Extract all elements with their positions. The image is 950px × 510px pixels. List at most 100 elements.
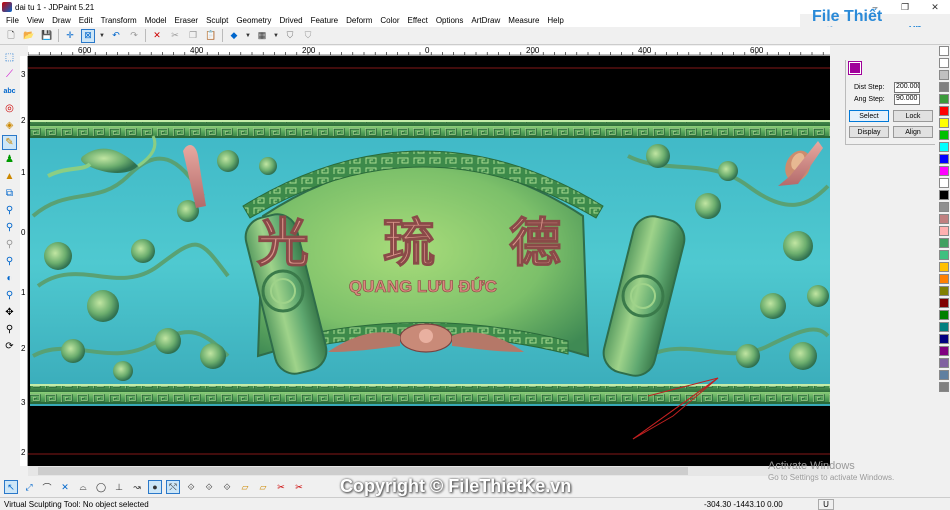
menu-edit[interactable]: Edit [75,16,97,25]
drawing-canvas[interactable]: 光 琉 德 QUANG LƯU ĐỨC [28,56,830,466]
shield-icon[interactable]: ⛉ [283,29,297,43]
grid-snap3-icon[interactable]: ⟐ [220,480,234,494]
dist-step-input[interactable]: 200.000 [894,82,920,93]
zoom-in-icon[interactable]: ⚲ [2,220,17,235]
perpendicular-icon[interactable]: ⊥ [112,480,126,494]
refresh-icon[interactable]: ⟳ [2,339,17,354]
menu-help[interactable]: Help [543,16,567,25]
text-tool-icon[interactable]: abc [2,84,17,99]
circle-tool-icon[interactable]: ◯ [94,480,108,494]
menu-measure[interactable]: Measure [504,16,543,25]
stamp-tool-icon[interactable]: ♟ [2,152,17,167]
sculpt-tool-icon[interactable]: ✎ [2,135,17,150]
menu-feature[interactable]: Feature [307,16,343,25]
color-swatch[interactable] [938,250,949,260]
color-swatch[interactable] [938,310,949,320]
select-box-icon[interactable]: ⊠ [81,28,95,43]
copy-tool-icon[interactable]: ⧉ [2,186,17,201]
menu-color[interactable]: Color [376,16,403,25]
tangent-icon[interactable]: ↝ [130,480,144,494]
menu-model[interactable]: Model [141,16,171,25]
menu-draw[interactable]: Draw [48,16,75,25]
color-swatch[interactable] [938,238,949,248]
color-swatch[interactable] [938,298,949,308]
color-swatch[interactable] [938,82,949,92]
unit-indicator[interactable]: U [818,498,834,510]
open-icon[interactable]: 📂 [22,29,36,43]
view-icon[interactable]: ◆ [227,29,241,43]
scrollbar-thumb[interactable] [38,467,688,475]
trim-icon[interactable]: ✂ [274,480,288,494]
color-swatch[interactable] [938,178,949,188]
select-tool-icon[interactable]: ⬚ [2,50,17,65]
undo-icon[interactable]: ↶ [109,29,123,43]
zoom-all-icon[interactable]: ⚲ [2,288,17,303]
color-swatch[interactable] [938,154,949,164]
menu-drived[interactable]: Drived [275,16,306,25]
delete-icon[interactable]: ✕ [150,29,164,43]
align-button[interactable]: Align [893,126,933,138]
shape-tool-icon[interactable]: ◎ [2,101,17,116]
snap-node-icon[interactable]: ⤲ [166,480,180,494]
color-swatch[interactable] [938,370,949,380]
layer-icon[interactable]: ▱ [238,480,252,494]
dropdown-icon[interactable]: ▼ [245,29,251,43]
horizontal-scrollbar[interactable] [28,466,830,476]
color-swatch[interactable] [938,346,949,356]
grid-snap-icon[interactable]: ⟐ [184,480,198,494]
color-swatch[interactable] [938,70,949,80]
cut-icon[interactable]: ✂ [168,29,182,43]
color-swatch[interactable] [938,286,949,296]
close-button[interactable]: ✕ [920,0,950,14]
color-swatch[interactable] [938,130,949,140]
color-swatch[interactable] [938,226,949,236]
panel-tab-icon[interactable] [849,62,861,74]
menu-geometry[interactable]: Geometry [232,16,275,25]
menu-transform[interactable]: Transform [97,16,141,25]
view-3d-icon[interactable]: ◐ [2,271,17,286]
lock-button[interactable]: Lock [893,110,933,122]
dropdown-icon[interactable]: ▼ [273,29,279,43]
node-tool-icon[interactable]: ⟋ [2,67,17,82]
grid-snap2-icon[interactable]: ⟐ [202,480,216,494]
paste-icon[interactable]: 📋 [204,29,218,43]
curve-tool-icon[interactable]: ⌒ [40,480,54,494]
pan-icon[interactable]: ✥ [2,305,17,320]
node-edit-icon[interactable]: ⤢ [22,480,36,494]
copy-icon[interactable]: ❐ [186,29,200,43]
magnify-icon[interactable]: ⚲ [2,322,17,337]
menu-effect[interactable]: Effect [404,16,432,25]
color-swatch[interactable] [938,118,949,128]
ang-step-input[interactable]: 90.000 [894,94,920,105]
color-swatch[interactable] [938,106,949,116]
smooth-tool-icon[interactable]: ▲ [2,169,17,184]
pointer-tool-icon[interactable]: ↖ [4,480,18,494]
color-swatch[interactable] [938,190,949,200]
color-swatch[interactable] [938,262,949,272]
menu-artdraw[interactable]: ArtDraw [467,16,504,25]
color-swatch[interactable] [938,274,949,284]
shield-icon[interactable]: ⛉ [301,29,315,43]
render-icon[interactable]: ▦ [255,29,269,43]
color-swatch[interactable] [938,166,949,176]
menu-options[interactable]: Options [432,16,468,25]
zoom-fit-icon[interactable]: ⚲ [2,254,17,269]
new-icon[interactable]: 🗋 [4,29,18,43]
color-swatch[interactable] [938,214,949,224]
zoom-out-icon[interactable]: ⚲ [2,237,17,252]
crosshair-icon[interactable]: ✛ [63,29,77,43]
menu-deform[interactable]: Deform [342,16,376,25]
layer2-icon[interactable]: ▱ [256,480,270,494]
color-swatch[interactable] [938,334,949,344]
color-swatch[interactable] [938,142,949,152]
fill-tool-icon[interactable]: ◈ [2,118,17,133]
break-tool-icon[interactable]: ✕ [58,480,72,494]
color-swatch[interactable] [938,202,949,212]
menu-view[interactable]: View [23,16,48,25]
arc-tool-icon[interactable]: ⌓ [76,480,90,494]
display-button[interactable]: Display [849,126,889,138]
menu-file[interactable]: File [2,16,23,25]
color-swatch[interactable] [938,358,949,368]
color-swatch[interactable] [938,382,949,392]
snap-point-icon[interactable]: ● [148,480,162,494]
